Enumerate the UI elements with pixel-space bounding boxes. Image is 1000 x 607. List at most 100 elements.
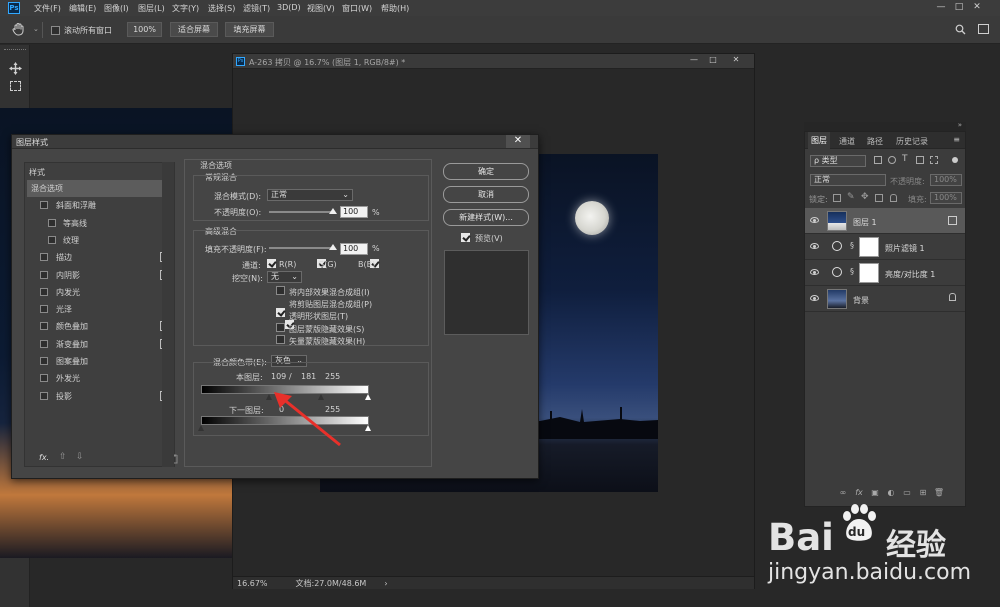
filter-smart-object-icon[interactable] [930, 156, 938, 164]
layer-thumbnail[interactable] [827, 211, 847, 231]
advanced-option-checkbox[interactable] [276, 334, 285, 344]
zoom-readout[interactable]: 16.67% [237, 579, 268, 588]
toolbar-grip[interactable] [4, 49, 26, 53]
move-down-icon[interactable]: ⇩ [76, 452, 84, 462]
style-checkbox[interactable] [40, 270, 48, 279]
lock-paint-icon[interactable]: ✎ [847, 192, 855, 202]
channel-r-checkbox[interactable] [267, 259, 276, 268]
lock-all-icon[interactable] [890, 194, 897, 202]
style-item[interactable]: 内阴影+ [27, 267, 174, 284]
filter-pixel-icon[interactable] [874, 156, 882, 164]
styles-header[interactable]: 样式 [29, 167, 45, 178]
status-arrow-icon[interactable]: › [384, 579, 387, 588]
visibility-eye-icon[interactable] [810, 295, 819, 301]
tab-channels[interactable]: 通道 [839, 136, 855, 147]
styles-scrollbar[interactable] [162, 162, 174, 467]
layer-style-badge-icon[interactable] [948, 216, 957, 225]
workspace-icon[interactable] [978, 24, 989, 34]
style-checkbox[interactable] [40, 374, 48, 383]
chevron-down-icon[interactable]: ⌄ [33, 25, 39, 33]
menu-filter[interactable]: 滤镜(T) [243, 3, 270, 14]
lock-position-icon[interactable]: ✥ [861, 192, 869, 202]
layer-thumbnail[interactable] [827, 289, 847, 309]
new-style-button[interactable]: 新建样式(W)... [443, 209, 529, 226]
fill-opacity-handle[interactable] [329, 244, 337, 250]
scroll-all-checkbox[interactable] [51, 26, 60, 35]
layer-row[interactable]: 图层 1 [805, 208, 965, 234]
visibility-eye-icon[interactable] [810, 217, 819, 223]
document-titlebar[interactable]: Ps A-263 拷贝 @ 16.7% (图层 1, RGB/8#) * — □… [233, 54, 754, 69]
style-checkbox[interactable] [40, 305, 48, 314]
add-mask-icon[interactable]: ▣ [867, 488, 883, 497]
marquee-tool-icon[interactable] [10, 81, 21, 91]
fill-screen-button[interactable]: 填充屏幕 [225, 22, 274, 37]
style-item[interactable]: 图案叠加 [27, 353, 174, 370]
style-item[interactable]: 斜面和浮雕 [27, 197, 174, 214]
blend-mode-select[interactable]: 正常 ⌄ [267, 189, 353, 201]
dialog-titlebar[interactable]: 图层样式 ✕ [12, 135, 538, 149]
under-layer-white-handle[interactable] [365, 425, 371, 431]
style-checkbox[interactable] [48, 218, 56, 227]
style-checkbox[interactable] [40, 357, 48, 365]
move-tool-icon[interactable] [9, 62, 22, 75]
tab-layers[interactable]: 图层 [808, 132, 830, 149]
search-icon[interactable] [955, 24, 966, 35]
preview-checkbox[interactable] [461, 233, 470, 242]
fill-input[interactable]: 100% [930, 192, 962, 204]
style-checkbox[interactable] [40, 253, 48, 262]
style-item[interactable]: 外发光 [27, 370, 174, 387]
new-group-icon[interactable]: ▭ [899, 488, 915, 497]
visibility-eye-icon[interactable] [810, 269, 819, 275]
minimize-icon[interactable]: — [932, 2, 950, 12]
layer-mask-thumbnail[interactable] [859, 263, 879, 283]
fill-opacity-input[interactable]: 100 [340, 243, 368, 255]
maximize-icon[interactable]: □ [950, 2, 968, 12]
lock-artboard-icon[interactable] [875, 194, 883, 202]
style-item[interactable]: 投影+ [27, 388, 174, 405]
style-item[interactable]: 纹理 [27, 232, 174, 249]
panel-collapse-strip[interactable]: » [804, 121, 966, 131]
style-checkbox[interactable] [40, 322, 48, 331]
layer-mask-thumbnail[interactable] [859, 237, 879, 257]
filter-adjustment-icon[interactable] [888, 156, 896, 164]
layer-row[interactable]: § 照片滤镜 1 [805, 234, 965, 260]
under-layer-black-handle[interactable] [198, 425, 204, 431]
layer-row[interactable]: 背景 [805, 286, 965, 312]
ok-button[interactable]: 确定 [443, 163, 529, 180]
style-item[interactable]: 光泽 [27, 301, 174, 318]
style-checkbox[interactable] [40, 287, 48, 296]
adjustment-layer-icon[interactable]: ◐ [883, 488, 899, 497]
fx-icon[interactable]: fx. [39, 453, 49, 462]
new-layer-icon[interactable]: ⊞ [915, 488, 931, 497]
knockout-select[interactable]: 无 ⌄ [267, 271, 302, 283]
doc-close-icon[interactable]: ✕ [728, 55, 744, 67]
style-checkbox[interactable] [40, 391, 48, 400]
fill-opacity-slider[interactable] [269, 247, 335, 249]
layer-opacity-input[interactable]: 100% [930, 174, 962, 186]
tab-paths[interactable]: 路径 [867, 136, 883, 147]
chain-link-icon[interactable]: § [850, 241, 854, 250]
menu-window[interactable]: 窗口(W) [342, 3, 372, 14]
fx-icon[interactable]: fx [851, 488, 867, 497]
menu-select[interactable]: 选择(S) [208, 3, 235, 14]
style-item[interactable]: 内发光 [27, 284, 174, 301]
style-item[interactable]: 颜色叠加+ [27, 318, 174, 335]
doc-maximize-icon[interactable]: □ [705, 55, 721, 67]
panel-menu-icon[interactable]: ≡ [953, 135, 960, 144]
menu-layer[interactable]: 图层(L) [138, 3, 165, 14]
filter-shape-icon[interactable] [916, 156, 924, 164]
style-item[interactable]: 混合选项 [27, 180, 174, 197]
blend-mode-layers-select[interactable]: 正常 [810, 174, 886, 186]
visibility-eye-icon[interactable] [810, 243, 819, 249]
fit-screen-button[interactable]: 适合屏幕 [170, 22, 218, 37]
style-checkbox[interactable] [40, 339, 48, 348]
hand-tool-icon[interactable] [12, 22, 26, 36]
filter-toggle-icon[interactable] [952, 157, 958, 163]
link-layers-icon[interactable]: ∞ [835, 488, 851, 497]
style-item[interactable]: 描边+ [27, 249, 174, 266]
advanced-option-checkbox[interactable] [276, 286, 285, 295]
advanced-option-checkbox[interactable] [276, 308, 285, 318]
cancel-button[interactable]: 取消 [443, 186, 529, 203]
menu-file[interactable]: 文件(F) [34, 3, 61, 14]
menu-type[interactable]: 文字(Y) [172, 3, 199, 14]
